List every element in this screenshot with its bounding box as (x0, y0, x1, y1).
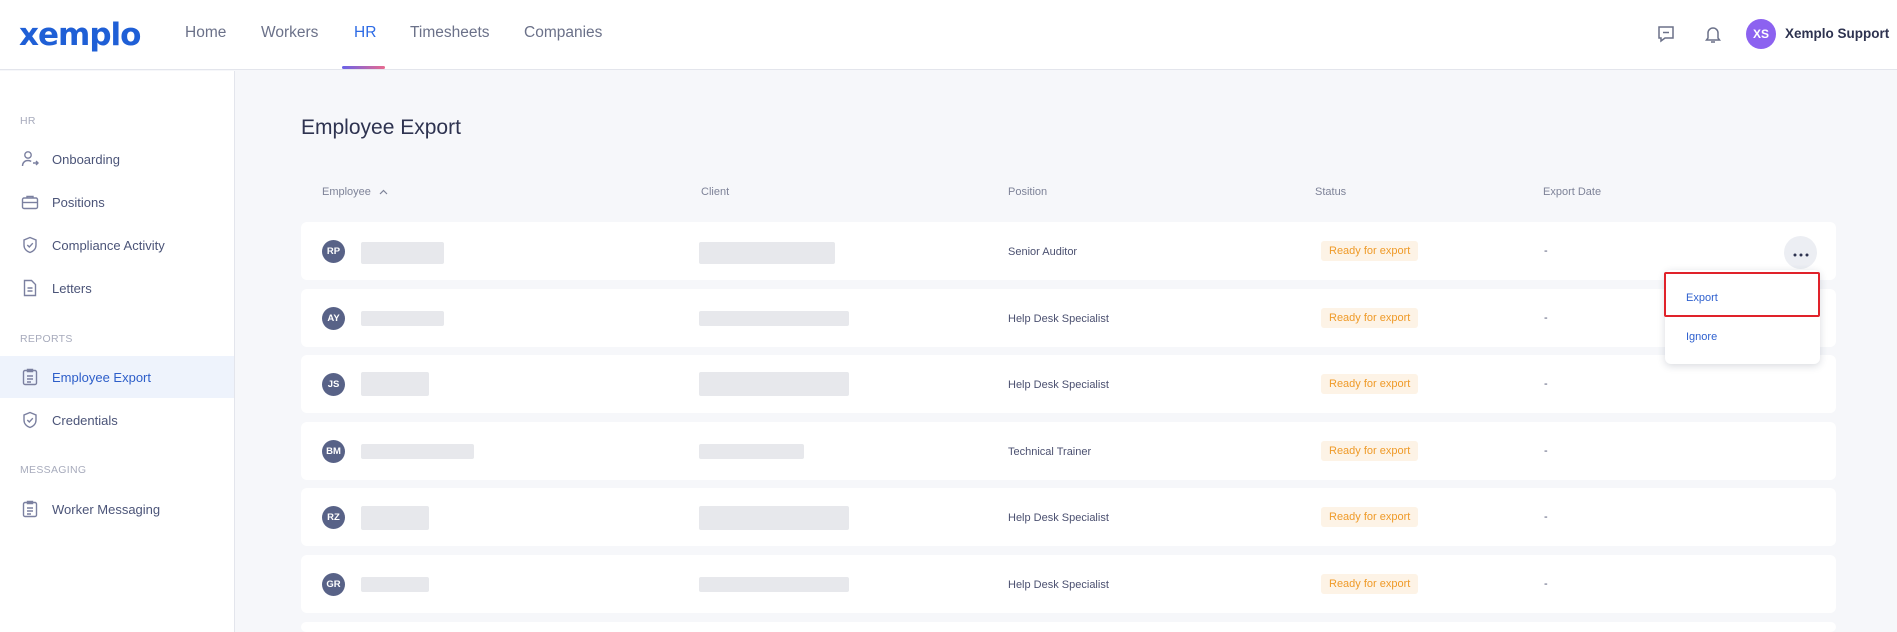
redacted-client-name (699, 444, 804, 459)
sidebar-item-letters[interactable]: Letters (0, 267, 234, 309)
top-navbar: xemplo Home Workers HR Timesheets Compan… (0, 0, 1897, 70)
column-header-client[interactable]: Client (701, 186, 729, 198)
sidebar-item-label: Positions (52, 194, 105, 210)
export-date-cell: - (1544, 245, 1548, 257)
redacted-client-name (699, 577, 849, 592)
sidebar-item-positions[interactable]: Positions (0, 181, 234, 223)
redacted-employee-name (361, 242, 444, 264)
bell-icon[interactable] (1702, 23, 1724, 45)
sidebar-item-worker-messaging[interactable]: Worker Messaging (0, 488, 234, 530)
redacted-client-name (699, 311, 849, 326)
nav-companies[interactable]: Companies (524, 24, 602, 42)
chat-icon[interactable] (1655, 23, 1677, 45)
clipboard-list-icon (20, 367, 40, 387)
table-row[interactable]: BM Technical Trainer Ready for export - (301, 422, 1836, 480)
nav-hr[interactable]: HR (354, 24, 376, 42)
row-actions-button[interactable] (1784, 236, 1817, 269)
position-cell: Senior Auditor (1008, 246, 1078, 258)
redacted-client-name (699, 372, 849, 396)
redacted-client-name (699, 506, 849, 530)
user-name[interactable]: Xemplo Support (1785, 26, 1889, 41)
table-row[interactable]: GR Help Desk Specialist Ready for export… (301, 555, 1836, 613)
column-header-employee[interactable]: Employee (322, 186, 388, 198)
column-header-position[interactable]: Position (1008, 186, 1047, 198)
redacted-client-name (699, 242, 835, 264)
status-badge: Ready for export (1321, 308, 1419, 328)
employee-avatar: RZ (322, 506, 345, 529)
menu-item-ignore[interactable]: Ignore (1686, 331, 1717, 343)
employee-avatar: JS (322, 373, 345, 396)
highlight-box (1664, 272, 1820, 317)
sidebar-section-hr: HR (20, 115, 36, 127)
position-cell: Help Desk Specialist (1008, 379, 1109, 391)
employee-avatar: RP (322, 240, 345, 263)
export-date-cell: - (1544, 578, 1548, 590)
active-nav-indicator (342, 66, 385, 69)
employee-avatar: GR (322, 573, 345, 596)
status-badge: Ready for export (1321, 374, 1419, 394)
sidebar-item-label: Letters (52, 280, 92, 296)
user-avatar[interactable]: XS (1746, 19, 1776, 49)
sidebar-section-messaging: MESSAGING (20, 464, 87, 476)
page-title: Employee Export (301, 116, 461, 139)
sidebar-item-label: Employee Export (52, 369, 151, 385)
sidebar-item-label: Onboarding (52, 151, 120, 167)
nav-workers[interactable]: Workers (261, 24, 318, 42)
sidebar-section-reports: REPORTS (20, 333, 73, 345)
employee-avatar: BM (322, 440, 345, 463)
employee-avatar: AY (322, 307, 345, 330)
redacted-employee-name (361, 444, 474, 459)
table-row[interactable] (301, 622, 1836, 632)
sidebar-item-credentials[interactable]: Credentials (0, 399, 234, 441)
sidebar-item-label: Compliance Activity (52, 237, 165, 253)
sidebar: HR Onboarding Positions Compliance Activ… (0, 71, 235, 632)
column-header-label: Employee (322, 186, 371, 198)
sidebar-item-label: Worker Messaging (52, 501, 161, 517)
status-badge: Ready for export (1321, 441, 1419, 461)
table-row[interactable]: RP Senior Auditor Ready for export - (301, 222, 1836, 280)
clipboard-list-icon (20, 499, 40, 519)
more-horizontal-icon (1793, 244, 1809, 262)
redacted-employee-name (361, 506, 429, 530)
export-date-cell: - (1544, 445, 1548, 457)
sidebar-item-employee-export[interactable]: Employee Export (0, 356, 234, 398)
document-icon (20, 278, 40, 298)
sidebar-item-onboarding[interactable]: Onboarding (0, 138, 234, 180)
nav-home[interactable]: Home (185, 24, 226, 42)
redacted-employee-name (361, 577, 429, 592)
export-date-cell: - (1544, 511, 1548, 523)
nav-timesheets[interactable]: Timesheets (410, 24, 490, 42)
position-cell: Technical Trainer (1008, 446, 1092, 458)
table-row[interactable]: RZ Help Desk Specialist Ready for export… (301, 488, 1836, 546)
position-cell: Help Desk Specialist (1008, 512, 1109, 524)
shield-check-icon (20, 410, 40, 430)
column-header-status[interactable]: Status (1315, 186, 1346, 198)
sidebar-item-compliance-activity[interactable]: Compliance Activity (0, 224, 234, 266)
export-date-cell: - (1544, 378, 1548, 390)
shield-check-icon (20, 235, 40, 255)
redacted-employee-name (361, 311, 444, 326)
position-cell: Help Desk Specialist (1008, 313, 1109, 325)
xemplo-logo[interactable]: xemplo (19, 17, 141, 53)
chevron-up-icon (379, 186, 388, 198)
sidebar-item-label: Credentials (52, 412, 118, 428)
position-cell: Help Desk Specialist (1008, 579, 1109, 591)
user-arrow-icon (20, 149, 40, 169)
column-header-export-date[interactable]: Export Date (1543, 186, 1601, 198)
table-row[interactable]: AY Help Desk Specialist Ready for export… (301, 289, 1836, 347)
status-badge: Ready for export (1321, 507, 1419, 527)
status-badge: Ready for export (1321, 574, 1419, 594)
status-badge: Ready for export (1321, 241, 1419, 261)
export-date-cell: - (1544, 312, 1548, 324)
redacted-employee-name (361, 372, 429, 396)
briefcase-icon (20, 192, 40, 212)
table-row[interactable]: JS Help Desk Specialist Ready for export… (301, 355, 1836, 413)
